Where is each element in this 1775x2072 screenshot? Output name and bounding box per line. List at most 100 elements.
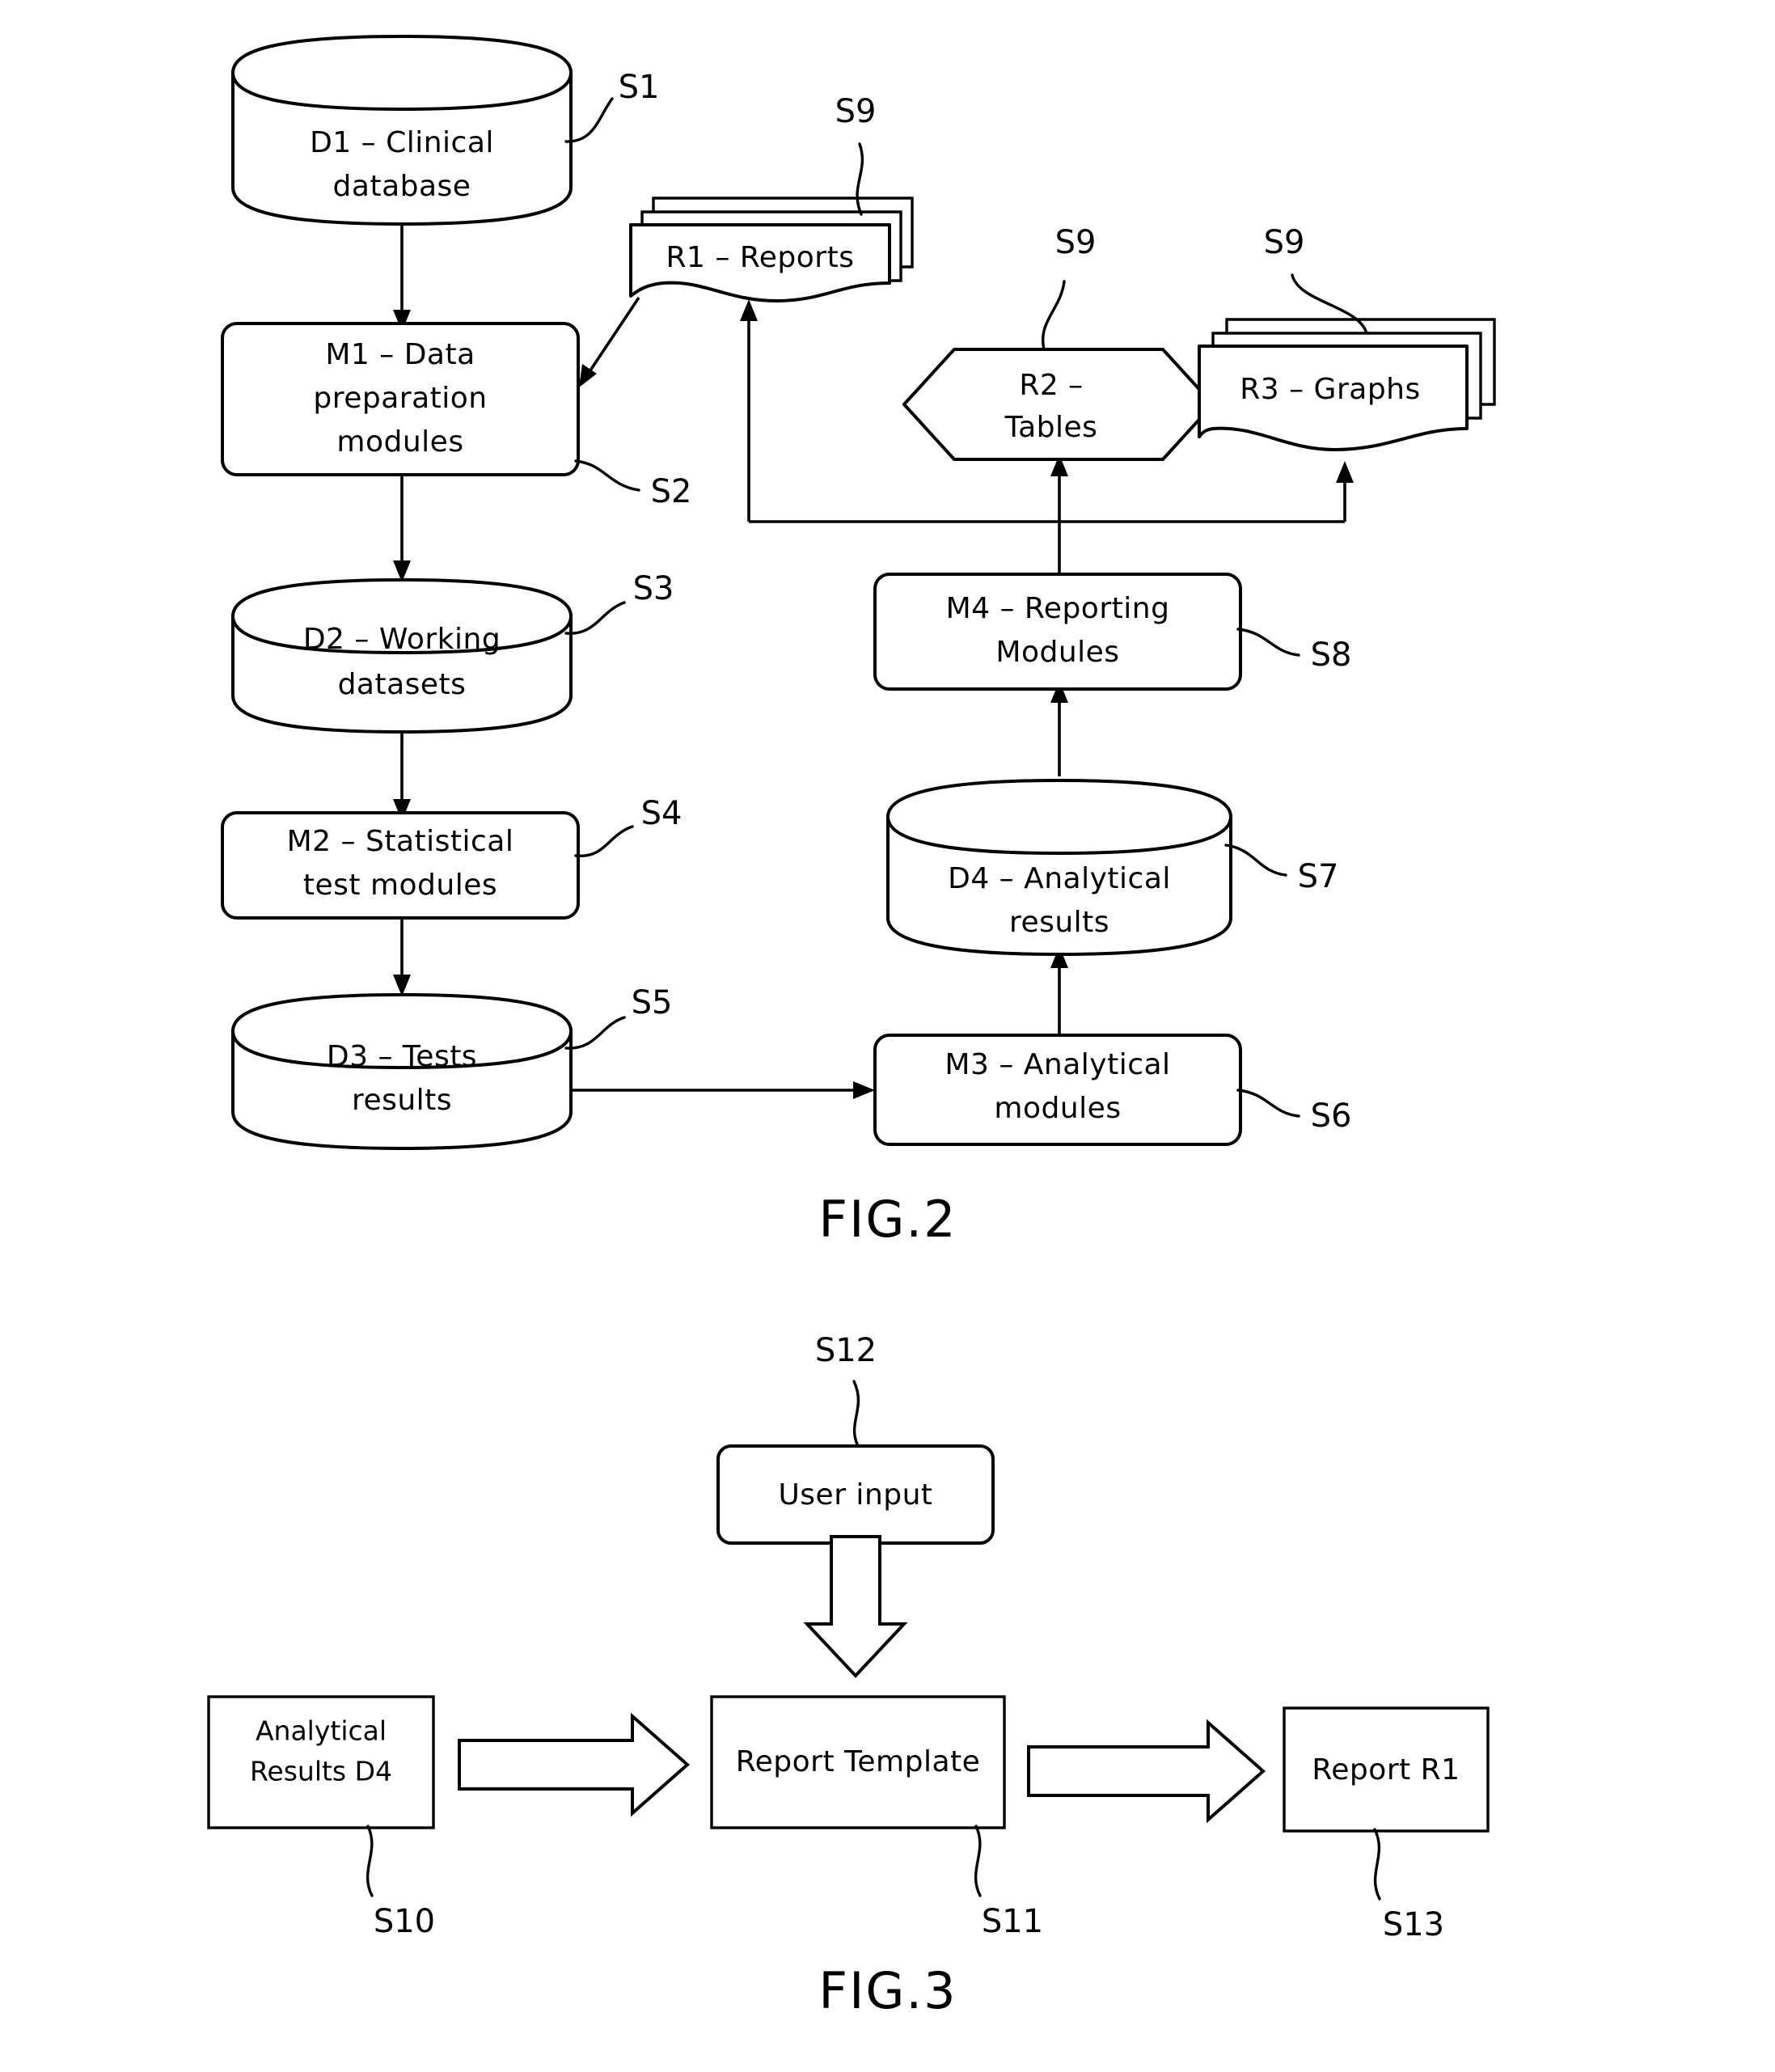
node-r1-line1: R1 – Reports [666,241,855,274]
ref-label-s4-group: S4 [574,795,683,857]
node-d3-line2: results [352,1084,452,1117]
node-user-input-label: User input [778,1478,932,1512]
leader-line-s2 [574,459,640,492]
node-r2-line2: Tables [1004,411,1098,444]
ref-label-s9-r1: S9 [835,93,877,130]
node-analytical-results-d4[interactable]: Analytical Results D4 [207,1695,435,1829]
ref-label-s10: S10 [374,1903,435,1940]
node-m1-line2: preparation [313,382,487,415]
leader-line-s4 [574,825,634,857]
node-d1-clinical-database[interactable]: D1 – Clinical database [231,35,573,226]
leader-line-s5 [564,1016,626,1050]
node-m2-statistical-test-modules[interactable]: M2 – Statistical test modules [221,811,580,920]
leader-line-s6 [1236,1089,1300,1118]
leader-line-s11 [974,1825,982,1897]
ref-label-s13-group: S13 [1373,1828,1444,1943]
node-r3-line1: R3 – Graphs [1240,373,1421,406]
cylinder-body-d2 [231,578,573,734]
node-report-r1-label: Report R1 [1312,1753,1460,1787]
node-d2-working-datasets[interactable]: D2 – Working datasets [231,578,573,734]
leader-line-s9-r2 [1041,280,1066,351]
ref-label-s9-r2-group: S9 [1041,224,1097,351]
ref-label-s9-r2: S9 [1055,224,1097,261]
node-r3-graphs[interactable]: R3 – Graphs [1198,318,1496,451]
ref-label-s12: S12 [815,1332,877,1369]
node-d4-analytical-results[interactable]: D4 – Analytical results [886,779,1232,956]
node-report-template-label: Report Template [736,1745,981,1778]
node-m1-line1: M1 – Data [325,338,475,371]
figure-2-caption: FIG.2 [818,1190,957,1249]
node-r2-line1: R2 – [1019,369,1083,402]
node-d3-line1: D3 – Tests [327,1040,477,1073]
figure-2-group: D1 – Clinical database S1 R1 – Reports S… [221,35,1496,1249]
node-report-r1[interactable]: Report R1 [1283,1706,1490,1833]
node-m4-line2: Modules [995,636,1119,669]
ref-label-s6-group: S6 [1236,1089,1352,1135]
ref-label-s1: S1 [619,69,660,106]
node-analytical-results-line1: Analytical [256,1715,387,1747]
ref-label-s11: S11 [982,1903,1043,1940]
patent-diagram-svg: D1 – Clinical database S1 R1 – Reports S… [207,35,1496,2020]
ref-label-s8: S8 [1311,636,1352,674]
leader-line-s8 [1236,628,1300,657]
node-d2-line1: D2 – Working [303,623,501,656]
node-d1-line1: D1 – Clinical [310,126,494,159]
ref-label-s12-group: S12 [815,1332,877,1449]
node-m3-line2: modules [994,1092,1121,1125]
leader-line-s10 [366,1825,374,1897]
ref-label-s10-group: S10 [366,1825,435,1940]
ref-label-s2: S2 [651,473,692,510]
arrowhead-bus-r1 [740,299,758,321]
leader-line-s13 [1373,1828,1381,1901]
node-m2-line2: test modules [303,869,497,902]
figure-3-group: S12 User input Analytical Results D4 S10… [207,1332,1490,2020]
node-r1-reports[interactable]: R1 – Reports [629,197,914,302]
node-m4-line1: M4 – Reporting [946,592,1170,625]
node-r2-tables[interactable]: R2 – Tables [902,348,1215,461]
ref-label-s7-group: S7 [1224,844,1339,895]
arrowhead-m2-d3 [393,975,411,996]
node-d4-line2: results [1009,906,1109,939]
node-m4-reporting-modules[interactable]: M4 – Reporting Modules [873,573,1242,691]
figure-3-caption: FIG.3 [818,1961,957,2020]
node-m2-line1: M2 – Statistical [287,825,514,858]
ref-label-s13: S13 [1383,1906,1444,1943]
ref-label-s9-r1-group: S9 [835,93,877,216]
ref-label-s9-r3: S9 [1264,224,1305,261]
block-arrow-right-results-to-template [458,1712,691,1817]
node-d4-line1: D4 – Analytical [948,862,1171,895]
ref-label-s8-group: S8 [1236,628,1352,674]
arrowhead-bus-r3 [1336,461,1354,483]
connector-r1-to-m1 [582,297,640,381]
ref-label-s1-group: S1 [564,69,660,143]
node-m1-line3: modules [336,425,463,459]
arrowhead-r1-m1 [579,364,597,387]
leader-line-s3 [564,601,626,635]
node-d2-line2: datasets [338,668,467,701]
node-d3-tests-results[interactable]: D3 – Tests results [231,993,573,1150]
patent-figure-sheet: D1 – Clinical database S1 R1 – Reports S… [0,0,1775,2072]
node-analytical-results-line2: Results D4 [250,1756,392,1787]
leader-line-s7 [1224,844,1287,877]
ref-label-s2-group: S2 [574,459,692,510]
node-m3-analytical-modules[interactable]: M3 – Analytical modules [873,1034,1242,1146]
block-arrow-down-user-input-to-template [803,1535,908,1678]
node-d1-line2: database [333,170,471,203]
ref-label-s6: S6 [1311,1097,1352,1135]
ref-label-s9-r3-group: S9 [1264,224,1368,335]
ref-label-s4: S4 [641,795,683,832]
node-m3-line1: M3 – Analytical [945,1048,1170,1081]
ref-label-s11-group: S11 [974,1825,1043,1940]
ref-label-s5: S5 [632,984,673,1021]
arrowhead-d3-m3 [853,1081,875,1099]
leader-line-s12 [852,1380,860,1449]
node-report-template[interactable]: Report Template [710,1695,1006,1829]
node-user-input[interactable]: User input [716,1444,995,1545]
node-m1-data-preparation-modules[interactable]: M1 – Data preparation modules [221,322,580,476]
ref-label-s5-group: S5 [564,984,673,1050]
ref-label-s3: S3 [633,570,674,607]
leader-line-s1 [564,97,614,143]
ref-label-s3-group: S3 [564,570,674,635]
ref-label-s7: S7 [1298,858,1339,895]
block-arrow-right-template-to-report [1027,1719,1266,1824]
